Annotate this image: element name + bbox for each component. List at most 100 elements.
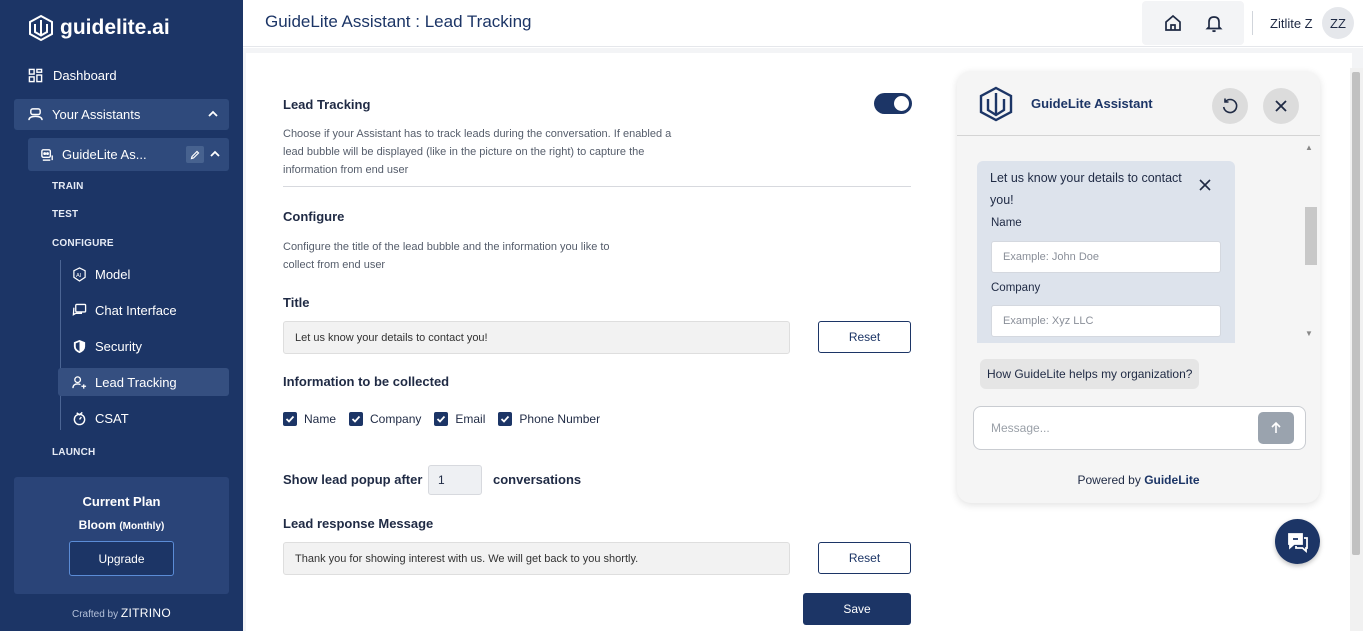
reset-response-button[interactable]: Reset: [818, 542, 911, 574]
chat-title: GuideLite Assistant: [1031, 96, 1153, 111]
close-icon[interactable]: [1198, 178, 1212, 192]
description-line: lead bubble will be displayed (like in t…: [283, 146, 645, 158]
popup-count-input[interactable]: 1: [428, 465, 482, 495]
checkbox-checked-icon[interactable]: [498, 412, 513, 426]
sidebar-item-your-assistants[interactable]: Your Assistants: [14, 99, 229, 130]
info-collected-label: Information to be collected: [283, 374, 450, 389]
chat-scrollbar-thumb[interactable]: [1305, 207, 1317, 265]
brand-logo[interactable]: guidelite.ai: [28, 14, 170, 42]
lead-name-label: Name: [991, 217, 1022, 229]
sidebar-item-label: Chat Interface: [95, 302, 177, 318]
crafted-by: Crafted by ZITRINO: [0, 606, 243, 620]
refresh-icon: [1222, 98, 1238, 114]
checkbox-checked-icon[interactable]: [283, 412, 297, 426]
chat-interface-icon: [72, 303, 87, 316]
powered-prefix: Powered by: [1077, 473, 1141, 487]
edit-assistant-button[interactable]: [186, 146, 204, 163]
field-checkbox-company[interactable]: Company: [349, 412, 421, 426]
ai-icon: AI: [73, 266, 86, 282]
plan-name: Bloom (Monthly): [14, 518, 229, 532]
page-scrollbar-thumb[interactable]: [1352, 72, 1360, 555]
chat-launcher-button[interactable]: [1275, 519, 1320, 564]
guidelite-logo-icon: [979, 86, 1013, 122]
arrow-up-icon: [1271, 421, 1281, 433]
chevron-up-icon[interactable]: [207, 108, 219, 120]
close-chat-button[interactable]: [1263, 88, 1299, 124]
lead-tracking-toggle[interactable]: [874, 93, 912, 114]
bell-icon[interactable]: [1204, 13, 1224, 33]
chat-bubbles-icon: [1287, 532, 1308, 553]
svg-text:AI: AI: [76, 272, 82, 278]
shield-icon: [73, 339, 86, 353]
send-button[interactable]: [1258, 412, 1294, 444]
sidebar-item-test[interactable]: TEST: [52, 209, 78, 220]
sidebar-item-configure[interactable]: CONFIGURE: [52, 238, 114, 249]
field-checkbox-email[interactable]: Email: [434, 412, 485, 426]
assistant-name: GuideLite As...: [62, 147, 147, 162]
sidebar-item-security[interactable]: Security: [58, 332, 229, 360]
reset-title-button[interactable]: Reset: [818, 321, 911, 353]
description-line: collect from end user: [283, 259, 386, 271]
sidebar-item-label: Dashboard: [53, 67, 117, 83]
header-divider: [1252, 11, 1253, 35]
sidebar-item-label: CSAT: [95, 410, 129, 426]
message-placeholder: Message...: [991, 421, 1050, 435]
current-plan-card: Current Plan Bloom (Monthly) Upgrade: [14, 477, 229, 594]
section-divider: [283, 186, 911, 187]
sidebar-item-chat-interface[interactable]: Chat Interface: [58, 296, 229, 324]
save-button[interactable]: Save: [803, 593, 911, 625]
plan-period: (Monthly): [119, 521, 165, 532]
popup-prefix-label: Show lead popup after: [283, 472, 423, 487]
suggested-question[interactable]: How GuideLite helps my organization?: [980, 359, 1200, 389]
lead-company-input[interactable]: Example: Xyz LLC: [991, 305, 1221, 337]
sidebar-item-csat[interactable]: CSAT: [58, 404, 229, 432]
description-line: information from end user: [283, 164, 409, 176]
checkbox-label: Email: [455, 412, 486, 426]
response-message-input[interactable]: Thank you for showing interest with us. …: [283, 542, 790, 575]
checkbox-label: Phone Number: [519, 412, 601, 426]
dashboard-icon: [28, 68, 43, 82]
page-title: GuideLite Assistant : Lead Tracking: [265, 12, 532, 31]
sidebar-item-label: Model: [95, 266, 131, 282]
configure-label: Configure: [283, 209, 345, 224]
checkbox-checked-icon[interactable]: [349, 412, 364, 426]
crafted-brand: ZITRINO: [120, 606, 172, 620]
chevron-up-icon[interactable]: [209, 148, 221, 160]
sidebar-item-train[interactable]: TRAIN: [52, 181, 84, 192]
scroll-up-arrow-icon[interactable]: ▲: [1305, 143, 1313, 152]
sidebar-item-dashboard[interactable]: Dashboard: [28, 66, 117, 84]
checkbox-checked-icon[interactable]: [434, 412, 449, 426]
field-checkbox-phone[interactable]: Phone Number: [498, 412, 600, 426]
csat-icon: [73, 411, 86, 425]
avatar[interactable]: ZZ: [1322, 7, 1354, 39]
sidebar-item-label: Security: [95, 338, 142, 354]
scroll-down-arrow-icon[interactable]: ▼: [1305, 329, 1313, 338]
lead-tracking-label: Lead Tracking: [283, 97, 371, 112]
plan-title: Current Plan: [82, 494, 161, 509]
lead-user-icon: [72, 375, 87, 389]
checkbox-label: Name: [304, 412, 337, 426]
upgrade-button[interactable]: Upgrade: [69, 541, 174, 576]
powered-by: Powered by GuideLite: [957, 473, 1320, 487]
sidebar-item-model[interactable]: AI Model: [58, 260, 229, 288]
checkbox-label: Company: [370, 412, 422, 426]
lead-name-input[interactable]: Example: John Doe: [991, 241, 1221, 273]
lead-bubble-title: Let us know your details to contact you!: [990, 171, 1182, 207]
sidebar-item-launch[interactable]: LAUNCH: [52, 447, 95, 458]
lead-tracking-description: Choose if your Assistant has to track le…: [283, 125, 671, 179]
chat-preview: GuideLite Assistant Let us know your det…: [957, 71, 1320, 503]
user-name[interactable]: Zitlite Z: [1270, 16, 1313, 31]
sidebar-item-assistant[interactable]: GuideLite As...: [28, 138, 229, 171]
message-input[interactable]: Message...: [973, 406, 1306, 450]
chat-header: GuideLite Assistant: [957, 71, 1320, 136]
refresh-chat-button[interactable]: [1212, 88, 1248, 124]
close-icon: [1275, 100, 1287, 112]
lead-title-input[interactable]: Let us know your details to contact you!: [283, 321, 790, 354]
response-message-label: Lead response Message: [283, 516, 434, 531]
home-icon[interactable]: [1163, 13, 1183, 33]
sidebar-item-label: Your Assistants: [52, 107, 141, 122]
lead-bubble: Let us know your details to contact you!…: [977, 161, 1235, 343]
description-line: Configure the title of the lead bubble a…: [283, 241, 610, 253]
field-checkbox-name[interactable]: Name: [283, 412, 336, 426]
sidebar-item-lead-tracking[interactable]: Lead Tracking: [58, 368, 229, 396]
